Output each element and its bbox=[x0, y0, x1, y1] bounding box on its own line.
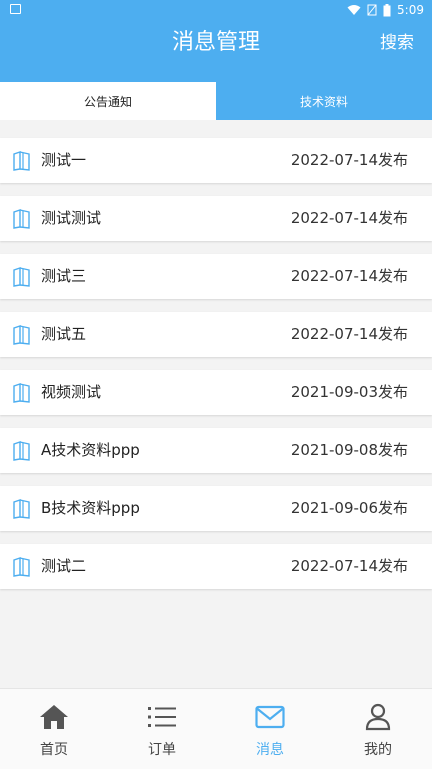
message-list: 测试一 2022-07-14发布 测试测试 2022-07-14发布 测试三 2… bbox=[0, 138, 432, 602]
status-time: 5:09 bbox=[397, 3, 424, 17]
tab-announcements[interactable]: 公告通知 bbox=[0, 82, 216, 120]
list-item-title: 视频测试 bbox=[41, 383, 102, 401]
search-button[interactable]: 搜索 bbox=[380, 32, 414, 54]
list-item[interactable]: A技术资料ppp 2021-09-08发布 bbox=[0, 428, 432, 473]
list-icon bbox=[148, 707, 176, 727]
home-icon bbox=[40, 705, 68, 729]
list-item-title: 测试一 bbox=[41, 151, 87, 169]
book-icon bbox=[13, 267, 30, 287]
list-item[interactable]: B技术资料ppp 2021-09-06发布 bbox=[0, 486, 432, 531]
image-notification-icon bbox=[10, 4, 21, 14]
book-icon bbox=[13, 151, 30, 171]
list-item[interactable]: 测试五 2022-07-14发布 bbox=[0, 312, 432, 357]
list-item-date: 2022-07-14发布 bbox=[290, 325, 408, 343]
book-icon bbox=[13, 557, 30, 577]
list-item-date: 2021-09-08发布 bbox=[290, 441, 408, 459]
nav-orders-label: 订单 bbox=[148, 742, 176, 758]
book-icon bbox=[13, 325, 30, 345]
status-right: 5:09 bbox=[347, 2, 424, 18]
nav-messages-label: 消息 bbox=[256, 742, 284, 758]
list-item-title: 测试二 bbox=[41, 557, 87, 575]
nav-orders[interactable]: 订单 bbox=[108, 689, 216, 769]
wifi-icon bbox=[347, 5, 361, 15]
list-item-title: 测试测试 bbox=[41, 209, 102, 227]
app-header: 消息管理 搜索 bbox=[0, 20, 432, 82]
list-item[interactable]: 视频测试 2021-09-03发布 bbox=[0, 370, 432, 415]
list-item-date: 2022-07-14发布 bbox=[290, 267, 408, 285]
list-item-date: 2022-07-14发布 bbox=[290, 209, 408, 227]
no-signal-icon bbox=[367, 4, 377, 16]
status-bar: 5:09 bbox=[0, 0, 432, 20]
list-item-date: 2021-09-03发布 bbox=[290, 383, 408, 401]
nav-messages[interactable]: 消息 bbox=[216, 689, 324, 769]
bottom-nav: 首页 订单 消息 我的 bbox=[0, 688, 432, 769]
list-item-date: 2022-07-14发布 bbox=[290, 151, 408, 169]
mail-icon bbox=[255, 705, 285, 729]
nav-home[interactable]: 首页 bbox=[0, 689, 108, 769]
tab-bar: 公告通知 技术资料 bbox=[0, 82, 432, 120]
list-item[interactable]: 测试二 2022-07-14发布 bbox=[0, 544, 432, 589]
list-item[interactable]: 测试一 2022-07-14发布 bbox=[0, 138, 432, 183]
list-item-title: B技术资料ppp bbox=[41, 499, 140, 517]
list-item-date: 2022-07-14发布 bbox=[290, 557, 408, 575]
list-item-date: 2021-09-06发布 bbox=[290, 499, 408, 517]
list-item-title: 测试三 bbox=[41, 267, 87, 285]
nav-home-label: 首页 bbox=[40, 742, 68, 758]
book-icon bbox=[13, 441, 30, 461]
list-item-title: A技术资料ppp bbox=[41, 441, 140, 459]
book-icon bbox=[13, 499, 30, 519]
list-item-title: 测试五 bbox=[41, 325, 87, 343]
list-item[interactable]: 测试三 2022-07-14发布 bbox=[0, 254, 432, 299]
page-title: 消息管理 bbox=[171, 30, 260, 55]
battery-icon bbox=[383, 3, 391, 16]
nav-profile-label: 我的 bbox=[364, 742, 392, 758]
nav-profile[interactable]: 我的 bbox=[324, 689, 432, 769]
tab-technical-docs[interactable]: 技术资料 bbox=[216, 82, 432, 120]
user-icon bbox=[365, 703, 391, 731]
book-icon bbox=[13, 209, 30, 229]
book-icon bbox=[13, 383, 30, 403]
list-item[interactable]: 测试测试 2022-07-14发布 bbox=[0, 196, 432, 241]
